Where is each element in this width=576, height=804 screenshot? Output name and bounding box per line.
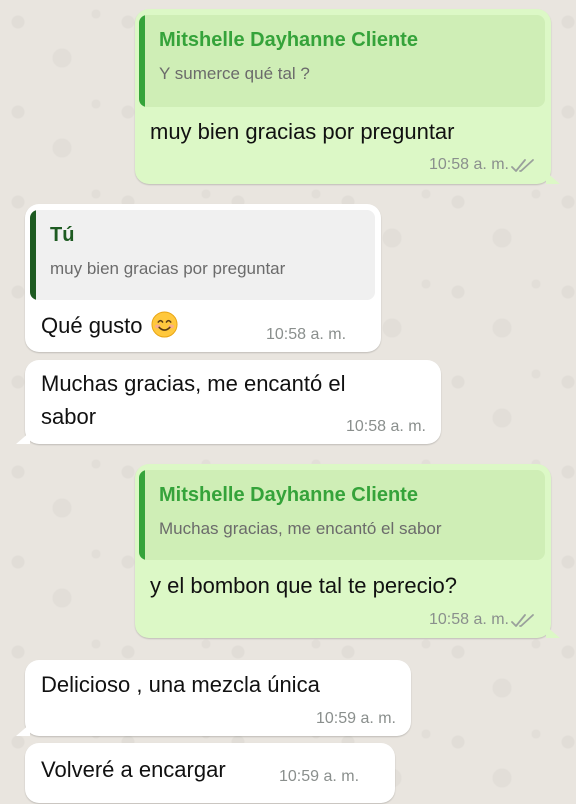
message-bubble-incoming[interactable]: Delicioso , una mezcla única 10:59 a. m.	[16, 660, 411, 736]
message-text: Qué gusto	[41, 310, 178, 341]
quoted-sender-name: Mitshelle Dayhanne Cliente	[159, 484, 418, 506]
double-check-icon	[511, 614, 534, 627]
double-check-icon	[511, 159, 534, 172]
bubble-tail	[16, 432, 30, 444]
quoted-text: muy bien gracias por preguntar	[50, 259, 286, 278]
quote-accent-bar	[139, 15, 145, 107]
message-timestamp: 10:58 a. m.	[345, 418, 426, 435]
quoted-sender-name: Tú	[50, 224, 75, 246]
message-timestamp: 10:58 a. m.	[428, 156, 509, 173]
message-bubble-outgoing[interactable]: Mitshelle Dayhanne Cliente Y sumerce qué…	[135, 9, 560, 184]
bubble-tail	[16, 724, 30, 736]
bubble-tail	[546, 172, 560, 184]
message-timestamp: 10:58 a. m.	[428, 611, 509, 628]
quoted-message[interactable]: Tú muy bien gracias por preguntar	[30, 210, 375, 300]
chat-screen: { "colors": { "outgoing_bubble": "#dcf8c…	[0, 0, 576, 804]
bubble-tail	[546, 626, 560, 638]
message-text: y el bombon que tal te perecio?	[150, 573, 457, 598]
smiling-face-icon	[150, 311, 178, 338]
quote-accent-bar	[30, 210, 36, 300]
message-timestamp: 10:58 a. m.	[266, 326, 347, 343]
message-text-line: Muchas gracias, me encantó el	[41, 371, 346, 396]
message-text: Delicioso , una mezcla única	[41, 672, 320, 697]
message-text-content: Qué gusto	[41, 313, 143, 338]
message-bubble-incoming[interactable]: Muchas gracias, me encantó el sabor 10:5…	[16, 360, 441, 444]
message-text-line: sabor	[41, 404, 97, 429]
message-text: Volveré a encargar	[41, 757, 226, 782]
message-text: muy bien gracias por preguntar	[150, 119, 455, 144]
quoted-text: Y sumerce qué tal ?	[159, 64, 310, 83]
message-bubble-incoming[interactable]: Volveré a encargar 10:59 a. m.	[25, 743, 395, 803]
quoted-message[interactable]: Mitshelle Dayhanne Cliente Y sumerce qué…	[139, 15, 545, 107]
quoted-sender-name: Mitshelle Dayhanne Cliente	[159, 29, 418, 51]
quoted-message[interactable]: Mitshelle Dayhanne Cliente Muchas gracia…	[139, 470, 545, 560]
message-bubble-incoming[interactable]: Tú muy bien gracias por preguntar Qué gu…	[25, 204, 381, 352]
message-timestamp: 10:59 a. m.	[315, 710, 396, 727]
quote-accent-bar	[139, 470, 145, 560]
message-bubble-outgoing[interactable]: Mitshelle Dayhanne Cliente Muchas gracia…	[135, 464, 560, 638]
message-timestamp: 10:59 a. m.	[279, 768, 360, 785]
quoted-text: Muchas gracias, me encantó el sabor	[159, 519, 442, 538]
